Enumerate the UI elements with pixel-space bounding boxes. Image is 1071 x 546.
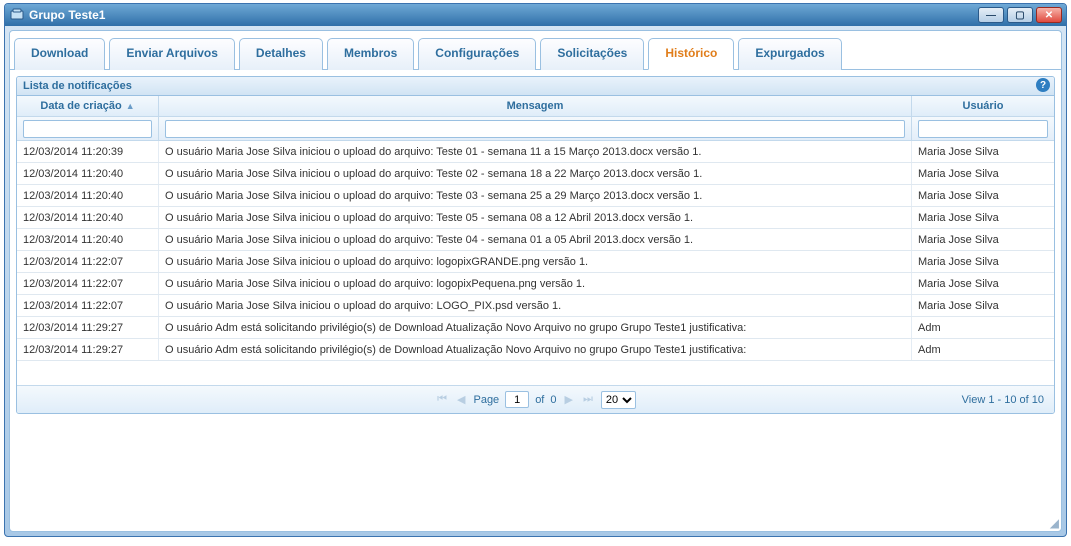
tab-histórico[interactable]: Histórico <box>648 38 734 70</box>
table-row[interactable]: 12/03/2014 11:20:40O usuário Maria Jose … <box>17 163 1054 185</box>
col-header-created[interactable]: Data de criação ▲ <box>17 96 159 116</box>
table-row[interactable]: 12/03/2014 11:22:07O usuário Maria Jose … <box>17 273 1054 295</box>
window-frame: Grupo Teste1 — ▢ ✕ DownloadEnviar Arquiv… <box>4 3 1067 537</box>
cell-user: Adm <box>912 339 1054 360</box>
notifications-panel: Lista de notificações ? Data de criação … <box>16 76 1055 414</box>
help-icon[interactable]: ? <box>1036 78 1050 92</box>
tab-detalhes[interactable]: Detalhes <box>239 38 323 70</box>
tab-solicitações[interactable]: Solicitações <box>540 38 644 70</box>
cell-user: Maria Jose Silva <box>912 185 1054 206</box>
pager: ⏮ ◀ Page of 0 ▶ ⏭ 10203050 View 1 - 10 o… <box>17 385 1054 413</box>
cell-message: O usuário Adm está solicitando privilégi… <box>159 339 912 360</box>
panel-title: Lista de notificações <box>23 80 132 92</box>
cell-created: 12/03/2014 11:20:39 <box>17 141 159 162</box>
pager-first-icon[interactable]: ⏮ <box>435 393 449 406</box>
filter-user-input[interactable] <box>918 120 1048 138</box>
window-title: Grupo Teste1 <box>29 8 978 22</box>
pager-last-icon[interactable]: ⏭ <box>581 393 595 406</box>
tab-membros[interactable]: Membros <box>327 38 414 70</box>
table-row[interactable]: 12/03/2014 11:20:40O usuário Maria Jose … <box>17 207 1054 229</box>
cell-user: Maria Jose Silva <box>912 229 1054 250</box>
cell-created: 12/03/2014 11:20:40 <box>17 207 159 228</box>
cell-created: 12/03/2014 11:22:07 <box>17 251 159 272</box>
col-header-message-label: Mensagem <box>507 100 564 112</box>
minimize-button[interactable]: — <box>978 7 1004 23</box>
pager-view-info: View 1 - 10 of 10 <box>962 394 1044 406</box>
cell-created: 12/03/2014 11:29:27 <box>17 339 159 360</box>
filter-message-input[interactable] <box>165 120 905 138</box>
col-header-user-label: Usuário <box>963 100 1004 112</box>
cell-user: Maria Jose Silva <box>912 295 1054 316</box>
grid-filter-row <box>17 117 1054 141</box>
sort-asc-icon: ▲ <box>126 101 135 111</box>
filter-created-input[interactable] <box>23 120 152 138</box>
table-row[interactable]: 12/03/2014 11:22:07O usuário Maria Jose … <box>17 251 1054 273</box>
pager-prev-icon[interactable]: ◀ <box>455 393 467 406</box>
pager-perpage-select[interactable]: 10203050 <box>601 391 636 409</box>
cell-message: O usuário Maria Jose Silva iniciou o upl… <box>159 141 912 162</box>
window-controls: — ▢ ✕ <box>978 7 1062 23</box>
col-header-user[interactable]: Usuário <box>912 96 1054 116</box>
grid-header: Data de criação ▲ Mensagem Usuário <box>17 96 1054 117</box>
col-header-message[interactable]: Mensagem <box>159 96 912 116</box>
tab-enviar-arquivos[interactable]: Enviar Arquivos <box>109 38 235 70</box>
cell-message: O usuário Maria Jose Silva iniciou o upl… <box>159 207 912 228</box>
cell-message: O usuário Maria Jose Silva iniciou o upl… <box>159 163 912 184</box>
cell-user: Maria Jose Silva <box>912 163 1054 184</box>
panel-header: Lista de notificações ? <box>17 77 1054 96</box>
close-button[interactable]: ✕ <box>1036 7 1062 23</box>
cell-message: O usuário Maria Jose Silva iniciou o upl… <box>159 185 912 206</box>
tab-configurações[interactable]: Configurações <box>418 38 536 70</box>
cell-message: O usuário Maria Jose Silva iniciou o upl… <box>159 229 912 250</box>
table-row[interactable]: 12/03/2014 11:20:40O usuário Maria Jose … <box>17 229 1054 251</box>
tab-strip: DownloadEnviar ArquivosDetalhesMembrosCo… <box>10 33 1061 70</box>
col-header-created-label: Data de criação <box>40 100 121 112</box>
table-row[interactable]: 12/03/2014 11:29:27O usuário Adm está so… <box>17 339 1054 361</box>
titlebar[interactable]: Grupo Teste1 — ▢ ✕ <box>5 4 1066 26</box>
cell-message: O usuário Maria Jose Silva iniciou o upl… <box>159 273 912 294</box>
window-body: DownloadEnviar ArquivosDetalhesMembrosCo… <box>9 30 1062 532</box>
table-row[interactable]: 12/03/2014 11:20:39O usuário Maria Jose … <box>17 141 1054 163</box>
cell-message: O usuário Adm está solicitando privilégi… <box>159 317 912 338</box>
cell-user: Maria Jose Silva <box>912 251 1054 272</box>
cell-created: 12/03/2014 11:20:40 <box>17 163 159 184</box>
grid-body: 12/03/2014 11:20:39O usuário Maria Jose … <box>17 141 1054 361</box>
app-icon <box>9 7 25 23</box>
cell-created: 12/03/2014 11:22:07 <box>17 273 159 294</box>
table-row[interactable]: 12/03/2014 11:20:40O usuário Maria Jose … <box>17 185 1054 207</box>
tab-expurgados[interactable]: Expurgados <box>738 38 841 70</box>
pager-total-pages: 0 <box>550 394 556 406</box>
cell-created: 12/03/2014 11:20:40 <box>17 185 159 206</box>
pager-next-icon[interactable]: ▶ <box>563 393 575 406</box>
pager-page-input[interactable] <box>505 391 529 408</box>
pager-page-label: Page <box>473 394 499 406</box>
cell-user: Maria Jose Silva <box>912 207 1054 228</box>
cell-user: Adm <box>912 317 1054 338</box>
table-row[interactable]: 12/03/2014 11:22:07O usuário Maria Jose … <box>17 295 1054 317</box>
resize-grip-icon[interactable]: ◢ <box>1047 517 1059 529</box>
pager-of-label: of <box>535 394 544 406</box>
cell-created: 12/03/2014 11:20:40 <box>17 229 159 250</box>
table-row[interactable]: 12/03/2014 11:29:27O usuário Adm está so… <box>17 317 1054 339</box>
cell-message: O usuário Maria Jose Silva iniciou o upl… <box>159 295 912 316</box>
cell-user: Maria Jose Silva <box>912 273 1054 294</box>
tab-download[interactable]: Download <box>14 38 105 70</box>
cell-user: Maria Jose Silva <box>912 141 1054 162</box>
cell-created: 12/03/2014 11:29:27 <box>17 317 159 338</box>
maximize-button[interactable]: ▢ <box>1007 7 1033 23</box>
grid-spacer <box>17 361 1054 385</box>
cell-created: 12/03/2014 11:22:07 <box>17 295 159 316</box>
cell-message: O usuário Maria Jose Silva iniciou o upl… <box>159 251 912 272</box>
